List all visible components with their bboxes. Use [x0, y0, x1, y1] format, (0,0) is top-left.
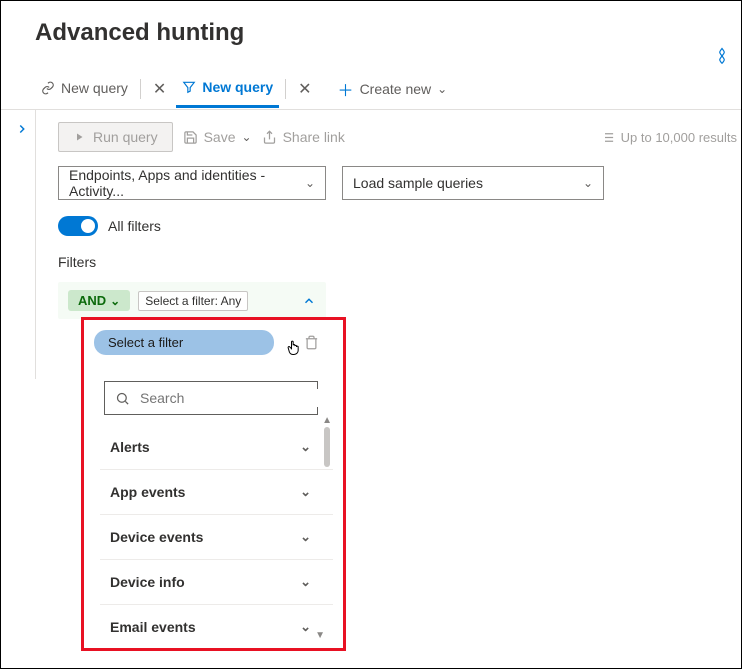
chevron-down-icon: ⌄: [583, 176, 593, 190]
results-hint-text: Up to 10,000 results: [621, 130, 737, 145]
filter-category-list: ▲ Alerts ⌄ App events ⌄ Device events ⌄ …: [100, 425, 333, 649]
chevron-down-icon: ⌄: [300, 484, 311, 500]
tab-separator: [140, 79, 141, 99]
save-label: Save: [204, 129, 236, 145]
filter-tooltip: Select a filter: Any: [138, 291, 248, 311]
share-label: Share link: [283, 129, 345, 145]
collapse-icon[interactable]: [302, 294, 316, 308]
tab-new-query-2[interactable]: New query: [176, 71, 279, 108]
left-rail: [1, 110, 35, 379]
scroll-up-icon[interactable]: ▲: [322, 415, 332, 426]
plus-icon: ＋: [338, 77, 354, 101]
filter-category-device-events[interactable]: Device events ⌄: [100, 515, 333, 560]
filter-dropdown-panel: Select a filter ▲ Alerts ⌄: [81, 317, 346, 651]
tab-separator: [285, 79, 286, 99]
chevron-down-icon: ⌄: [300, 529, 311, 545]
filter-category-alerts[interactable]: Alerts ⌄: [100, 425, 333, 470]
list-icon: [600, 130, 615, 145]
scroll-down-icon[interactable]: ▼: [315, 630, 325, 641]
cursor-icon: [284, 337, 304, 357]
chevron-down-icon: ⌄: [242, 130, 252, 144]
category-label: Device events: [110, 529, 203, 545]
category-label: Email events: [110, 619, 196, 635]
results-hint: Up to 10,000 results: [600, 130, 741, 145]
app-frame: Advanced hunting New query ✕ New query ✕…: [0, 0, 742, 669]
create-new-tab[interactable]: ＋ Create new ⌄: [332, 69, 454, 109]
select-filter-label: Select a filter: [108, 335, 183, 350]
chevron-down-icon: ⌄: [305, 176, 315, 190]
close-icon[interactable]: ✕: [147, 79, 172, 99]
search-icon: [115, 391, 130, 406]
chevron-down-icon: ⌄: [437, 82, 447, 96]
save-button[interactable]: Save ⌄: [183, 129, 252, 145]
funnel-icon: [182, 80, 196, 94]
filter-search-box[interactable]: [104, 381, 318, 415]
category-label: Device info: [110, 574, 185, 590]
dataset-select-label: Endpoints, Apps and identities - Activit…: [69, 167, 305, 199]
page-title: Advanced hunting: [35, 19, 741, 47]
select-filter-pill[interactable]: Select a filter: [94, 330, 274, 355]
run-label: Run query: [93, 129, 158, 145]
run-query-button[interactable]: Run query: [58, 122, 173, 152]
filter-category-email-events[interactable]: Email events ⌄: [100, 605, 333, 649]
chevron-down-icon: ⌄: [300, 619, 311, 635]
chevron-down-icon: ⌄: [300, 439, 311, 455]
save-icon: [183, 130, 198, 145]
and-condition-row[interactable]: AND ⌄ Select a filter: Any: [58, 282, 326, 319]
chevron-down-icon: ⌄: [110, 294, 120, 308]
sample-queries-select[interactable]: Load sample queries ⌄: [342, 166, 604, 200]
scrollbar-thumb[interactable]: [324, 427, 330, 467]
and-operator-pill[interactable]: AND ⌄: [68, 290, 130, 311]
all-filters-label: All filters: [108, 218, 161, 234]
create-new-label: Create new: [360, 81, 432, 97]
tab-new-query-1[interactable]: New query: [35, 72, 134, 106]
filters-section-label: Filters: [58, 254, 741, 270]
filter-category-app-events[interactable]: App events ⌄: [100, 470, 333, 515]
help-icon[interactable]: [713, 47, 731, 65]
query-toolbar: Run query Save ⌄ Share link: [58, 122, 741, 166]
link-icon: [41, 81, 55, 95]
category-label: Alerts: [110, 439, 150, 455]
close-icon[interactable]: ✕: [292, 79, 317, 99]
filter-search-input[interactable]: [138, 389, 323, 407]
filter-category-device-info[interactable]: Device info ⌄: [100, 560, 333, 605]
expand-rail-icon[interactable]: [15, 122, 35, 136]
all-filters-toggle[interactable]: [58, 216, 98, 236]
tab-bar: New query ✕ New query ✕ ＋ Create new ⌄: [1, 69, 741, 110]
chevron-down-icon: ⌄: [300, 574, 311, 590]
play-icon: [73, 131, 85, 143]
share-link-button[interactable]: Share link: [262, 129, 345, 145]
dataset-select[interactable]: Endpoints, Apps and identities - Activit…: [58, 166, 326, 200]
delete-filter-icon[interactable]: [304, 335, 319, 350]
sample-queries-label: Load sample queries: [353, 175, 483, 191]
tab-label: New query: [61, 80, 128, 96]
share-icon: [262, 130, 277, 145]
tab-label: New query: [202, 79, 273, 95]
category-label: App events: [110, 484, 185, 500]
